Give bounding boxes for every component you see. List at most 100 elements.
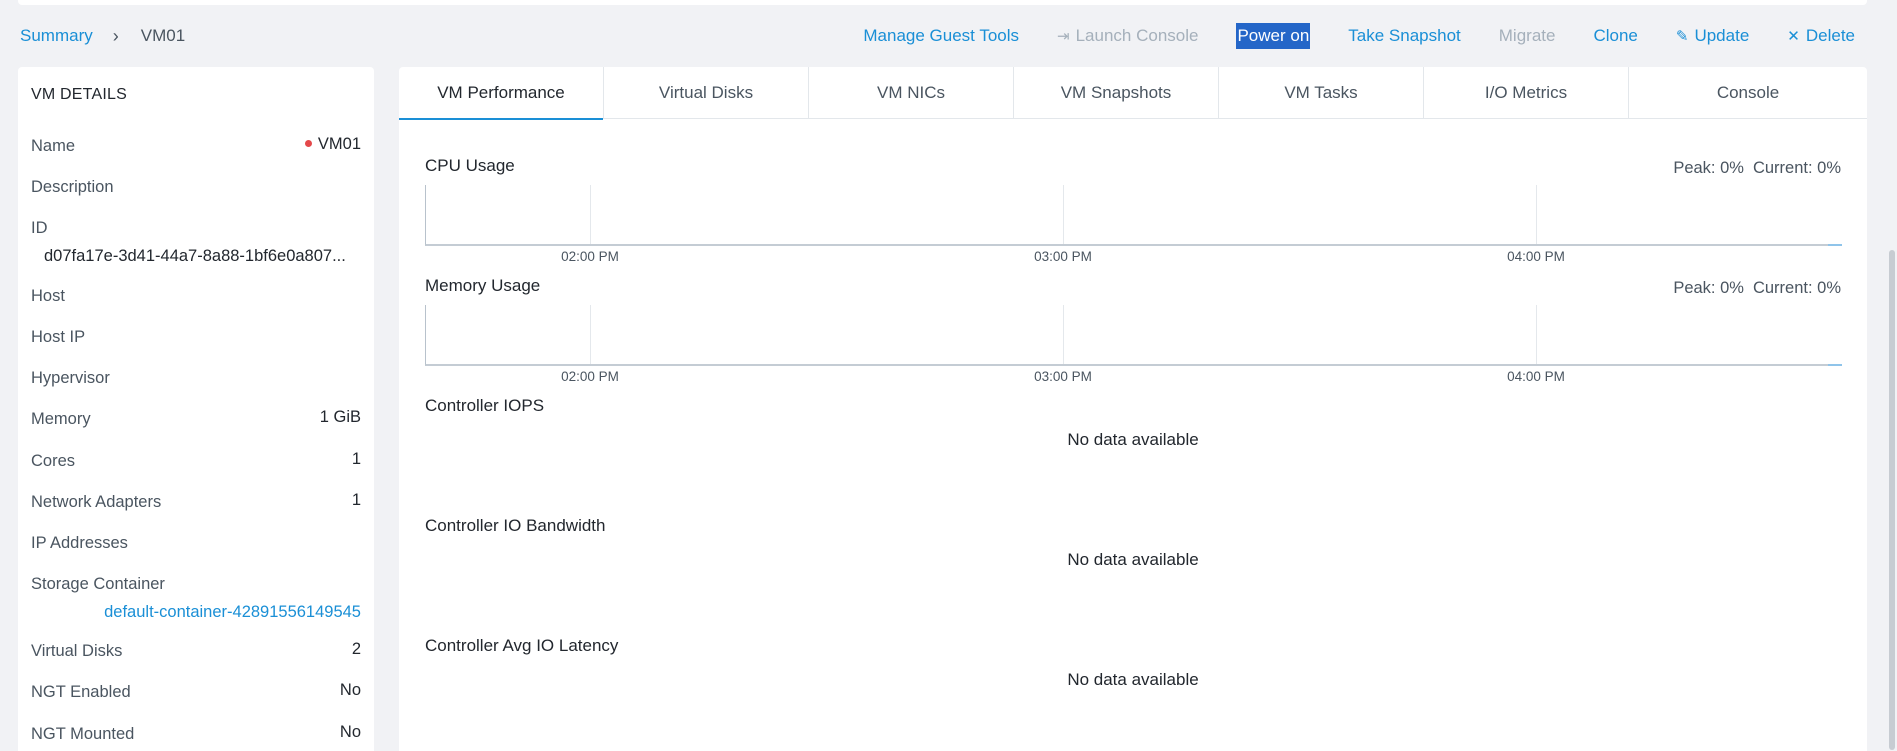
- vm-details-title: VM DETAILS: [31, 86, 127, 103]
- cpu-usage-stats: Peak: 0% Current: 0%: [1664, 159, 1841, 178]
- detail-row-memory: Memory 1 GiB: [31, 408, 361, 429]
- take-snapshot-label: Take Snapshot: [1348, 26, 1461, 45]
- detail-label: Virtual Disks: [31, 642, 123, 660]
- memory-usage-chart: 02:00 PM 03:00 PM 04:00 PM: [425, 305, 1842, 384]
- detail-row-description: Description: [31, 178, 361, 197]
- chart-gridline: [590, 185, 591, 244]
- detail-value: No: [339, 723, 361, 741]
- close-icon: ✕: [1787, 27, 1800, 45]
- controller-io-bandwidth-title: Controller IO Bandwidth: [425, 516, 606, 535]
- x-tick-label: 02:00 PM: [561, 249, 619, 264]
- tab-vm-performance[interactable]: VM Performance: [399, 67, 604, 120]
- detail-row-host: Host: [31, 287, 361, 306]
- delete-button[interactable]: ✕ Delete: [1787, 26, 1855, 46]
- detail-row-name: Name VM01: [31, 135, 361, 156]
- power-on-label: Power on: [1237, 26, 1310, 45]
- chart-gridline: [1063, 305, 1064, 364]
- x-tick-label: 03:00 PM: [1034, 249, 1092, 264]
- power-on-button[interactable]: Power on: [1236, 23, 1311, 49]
- update-label: Update: [1694, 26, 1750, 45]
- delete-label: Delete: [1805, 26, 1855, 45]
- cpu-usage-chart: 02:00 PM 03:00 PM 04:00 PM: [425, 185, 1842, 264]
- x-tick-label: 02:00 PM: [561, 369, 619, 384]
- take-snapshot-button[interactable]: Take Snapshot: [1348, 26, 1460, 46]
- breadcrumb: Summary › VM01: [20, 26, 185, 46]
- tab-bar: VM Performance Virtual Disks VM NICs VM …: [399, 67, 1867, 120]
- detail-label: Hypervisor: [31, 369, 110, 387]
- detail-value: VM01: [304, 135, 361, 154]
- page-scrollbar[interactable]: [1886, 0, 1897, 751]
- controller-avg-io-latency-title: Controller Avg IO Latency: [425, 636, 619, 655]
- cpu-peak-value: Peak: 0%: [1673, 159, 1744, 177]
- launch-console-icon: ⇥: [1057, 27, 1070, 45]
- chevron-right-icon: ›: [112, 26, 119, 46]
- detail-value: 1: [351, 491, 361, 509]
- tab-vm-tasks[interactable]: VM Tasks: [1219, 67, 1424, 119]
- detail-row-ip-addresses: IP Addresses: [31, 534, 361, 553]
- controller-io-bandwidth-empty: No data available: [1067, 550, 1199, 569]
- detail-label: Cores: [31, 452, 76, 470]
- x-tick-label: 04:00 PM: [1507, 249, 1565, 264]
- memory-current-value: Current: 0%: [1752, 279, 1841, 297]
- tab-vm-nics[interactable]: VM NICs: [809, 67, 1014, 119]
- cpu-usage-title: CPU Usage: [425, 156, 515, 175]
- detail-row-storage-container: Storage Container default-container-4289…: [31, 575, 361, 622]
- controller-iops-empty: No data available: [1067, 430, 1199, 449]
- detail-label: IP Addresses: [31, 534, 128, 552]
- detail-label: Memory: [31, 410, 91, 428]
- x-tick-label: 03:00 PM: [1034, 369, 1092, 384]
- vm-name-value: VM01: [317, 135, 361, 153]
- launch-console-button[interactable]: ⇥ Launch Console: [1057, 26, 1198, 46]
- vm-details-panel: VM DETAILS Name VM01 Description ID d07f…: [18, 67, 374, 751]
- detail-row-ngt-enabled: NGT Enabled No: [31, 681, 361, 702]
- detail-label: NGT Enabled: [31, 683, 131, 701]
- chart-gridline: [1063, 185, 1064, 244]
- cpu-series-line: [1828, 244, 1842, 246]
- x-tick-label: 04:00 PM: [1507, 369, 1565, 384]
- vm-id-value: d07fa17e-3d41-44a7-8a88-1bf6e0a807...: [44, 247, 346, 265]
- detail-label: ID: [31, 219, 48, 237]
- tab-vm-snapshots[interactable]: VM Snapshots: [1014, 67, 1219, 119]
- memory-series-line: [1828, 364, 1842, 366]
- chart-gridline: [590, 305, 591, 364]
- breadcrumb-current: VM01: [140, 26, 186, 45]
- manage-guest-tools-label: Manage Guest Tools: [863, 26, 1020, 45]
- detail-row-ngt-mounted: NGT Mounted No: [31, 723, 361, 744]
- tab-console[interactable]: Console: [1629, 67, 1867, 119]
- detail-value: No: [339, 681, 361, 699]
- clone-label: Clone: [1593, 26, 1638, 45]
- clone-button[interactable]: Clone: [1593, 26, 1637, 46]
- chart-gridline: [1536, 185, 1537, 244]
- pencil-icon: ✎: [1675, 27, 1689, 45]
- detail-label: Description: [31, 178, 114, 196]
- breadcrumb-summary-link[interactable]: Summary: [20, 26, 93, 46]
- migrate-label: Migrate: [1498, 26, 1556, 45]
- detail-value: 2: [351, 640, 361, 658]
- memory-peak-value: Peak: 0%: [1673, 279, 1744, 297]
- vm-main-panel: VM Performance Virtual Disks VM NICs VM …: [399, 67, 1867, 751]
- update-button[interactable]: ✎ Update: [1676, 26, 1749, 46]
- cpu-current-value: Current: 0%: [1752, 159, 1841, 177]
- scrollbar-thumb[interactable]: [1889, 250, 1895, 750]
- action-bar: Manage Guest Tools ⇥ Launch Console Powe…: [825, 23, 1855, 49]
- manage-guest-tools-button[interactable]: Manage Guest Tools: [863, 26, 1019, 46]
- detail-value: 1 GiB: [319, 408, 361, 426]
- controller-iops-title: Controller IOPS: [425, 396, 545, 415]
- detail-label: NGT Mounted: [31, 725, 135, 743]
- tab-io-metrics[interactable]: I/O Metrics: [1424, 67, 1629, 119]
- detail-label: Host IP: [31, 328, 86, 346]
- launch-console-label: Launch Console: [1075, 26, 1199, 45]
- migrate-button[interactable]: Migrate: [1499, 26, 1556, 46]
- tab-virtual-disks[interactable]: Virtual Disks: [604, 67, 809, 119]
- detail-label: Host: [31, 287, 65, 305]
- detail-label: Network Adapters: [31, 493, 162, 511]
- detail-value: 1: [351, 450, 361, 468]
- detail-row-id: ID d07fa17e-3d41-44a7-8a88-1bf6e0a807...: [31, 219, 361, 266]
- detail-row-cores: Cores 1: [31, 450, 361, 471]
- power-status-dot-icon: [304, 140, 312, 148]
- detail-row-host-ip: Host IP: [31, 328, 361, 347]
- top-strip: [18, 0, 1867, 5]
- detail-label: Storage Container: [31, 575, 165, 593]
- memory-usage-stats: Peak: 0% Current: 0%: [1664, 279, 1841, 298]
- storage-container-link[interactable]: default-container-42891556149545: [31, 603, 361, 622]
